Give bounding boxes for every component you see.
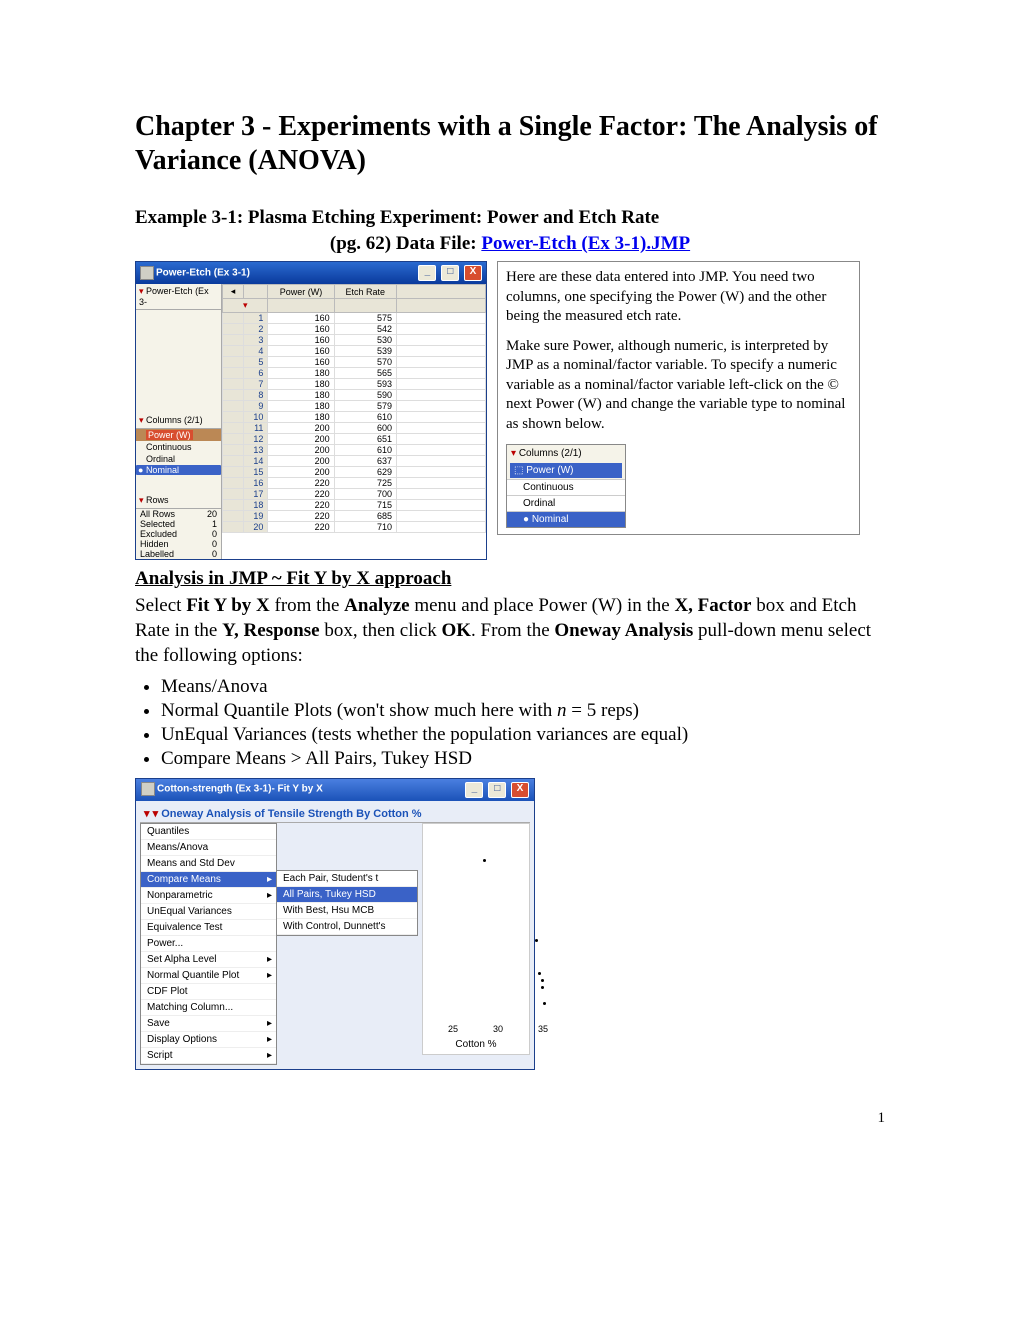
rows-panel-head[interactable]: ▾ Rows — [136, 493, 221, 509]
options-list: Means/Anova Normal Quantile Plots (won't… — [135, 676, 885, 770]
type-ordinal[interactable]: Ordinal — [136, 453, 221, 465]
context-menu[interactable]: QuantilesMeans/AnovaMeans and Std DevCom… — [140, 823, 277, 1065]
fit-window: Cotton-strength (Ex 3-1)- Fit Y by X _ □… — [135, 778, 535, 1070]
rows-selected: Selected1 — [136, 519, 221, 529]
rows-excluded: Excluded0 — [136, 529, 221, 539]
type-continuous[interactable]: Continuous — [136, 441, 221, 453]
rows-all: All Rows20 — [136, 509, 221, 519]
maximize-button[interactable]: □ — [488, 782, 506, 798]
app-icon — [141, 782, 155, 796]
datafile-link[interactable]: Power-Etch (Ex 3-1).JMP — [481, 233, 690, 254]
window-titlebar[interactable]: Power-Etch (Ex 3-1) _ □ X — [136, 262, 486, 284]
close-button[interactable]: X — [464, 265, 482, 281]
example-title: Example 3-1: Plasma Etching Experiment: … — [135, 207, 885, 229]
submenu-compare-means[interactable]: Each Pair, Student's tAll Pairs, Tukey H… — [276, 870, 418, 936]
columns-panel-head[interactable]: ▾ Columns (2/1) — [136, 413, 221, 429]
minimize-button[interactable]: _ — [465, 782, 483, 798]
description-box: Here are these data entered into JMP. Yo… — [497, 261, 860, 535]
data-table[interactable]: ◂ Power (W)Etch Rate ▾ 11605752160542316… — [222, 284, 486, 533]
scatter-plot: 25 30 35 Cotton % — [422, 823, 530, 1055]
chapter-title: Chapter 3 - Experiments with a Single Fa… — [135, 110, 885, 177]
table-panel-head[interactable]: ▾ Power-Etch (Ex 3- — [136, 284, 221, 310]
oneway-heading[interactable]: ▾ ▾ Oneway Analysis of Tensile Strength … — [140, 805, 530, 823]
opt-nqplots: Normal Quantile Plots (won't show much h… — [161, 700, 885, 722]
example-subline: (pg. 62) Data File: Power-Etch (Ex 3-1).… — [135, 233, 885, 255]
panel-nominal[interactable]: ● Nominal — [507, 511, 625, 527]
panel-ordinal[interactable]: Ordinal — [507, 495, 625, 511]
maximize-button[interactable]: □ — [441, 265, 459, 281]
app-icon — [140, 266, 154, 280]
columns-type-panel: ▾ Columns (2/1) ⬚ Power (W) Continuous O… — [506, 444, 626, 528]
page-number: 1 — [135, 1110, 885, 1127]
rows-labelled: Labelled0 — [136, 549, 221, 559]
fit-titlebar[interactable]: Cotton-strength (Ex 3-1)- Fit Y by X _ □… — [136, 779, 534, 801]
type-nominal[interactable]: ● Nominal — [136, 465, 221, 475]
analysis-heading: Analysis in JMP ~ Fit Y by X approach — [135, 568, 885, 590]
panel-continuous[interactable]: Continuous — [507, 479, 625, 495]
power-column[interactable]: Power (W) — [146, 430, 193, 440]
minimize-button[interactable]: _ — [418, 265, 436, 281]
close-button[interactable]: X — [511, 782, 529, 798]
opt-uneq-var: UnEqual Variances (tests whether the pop… — [161, 724, 885, 746]
opt-compare-means: Compare Means > All Pairs, Tukey HSD — [161, 748, 885, 770]
opt-means-anova: Means/Anova — [161, 676, 885, 698]
analysis-para: Select Fit Y by X from the Analyze menu … — [135, 594, 885, 668]
jmp-data-window: Power-Etch (Ex 3-1) _ □ X ▾ Power-Etch (… — [135, 261, 487, 560]
rows-hidden: Hidden0 — [136, 539, 221, 549]
panel-power[interactable]: ⬚ Power (W) — [510, 463, 622, 478]
